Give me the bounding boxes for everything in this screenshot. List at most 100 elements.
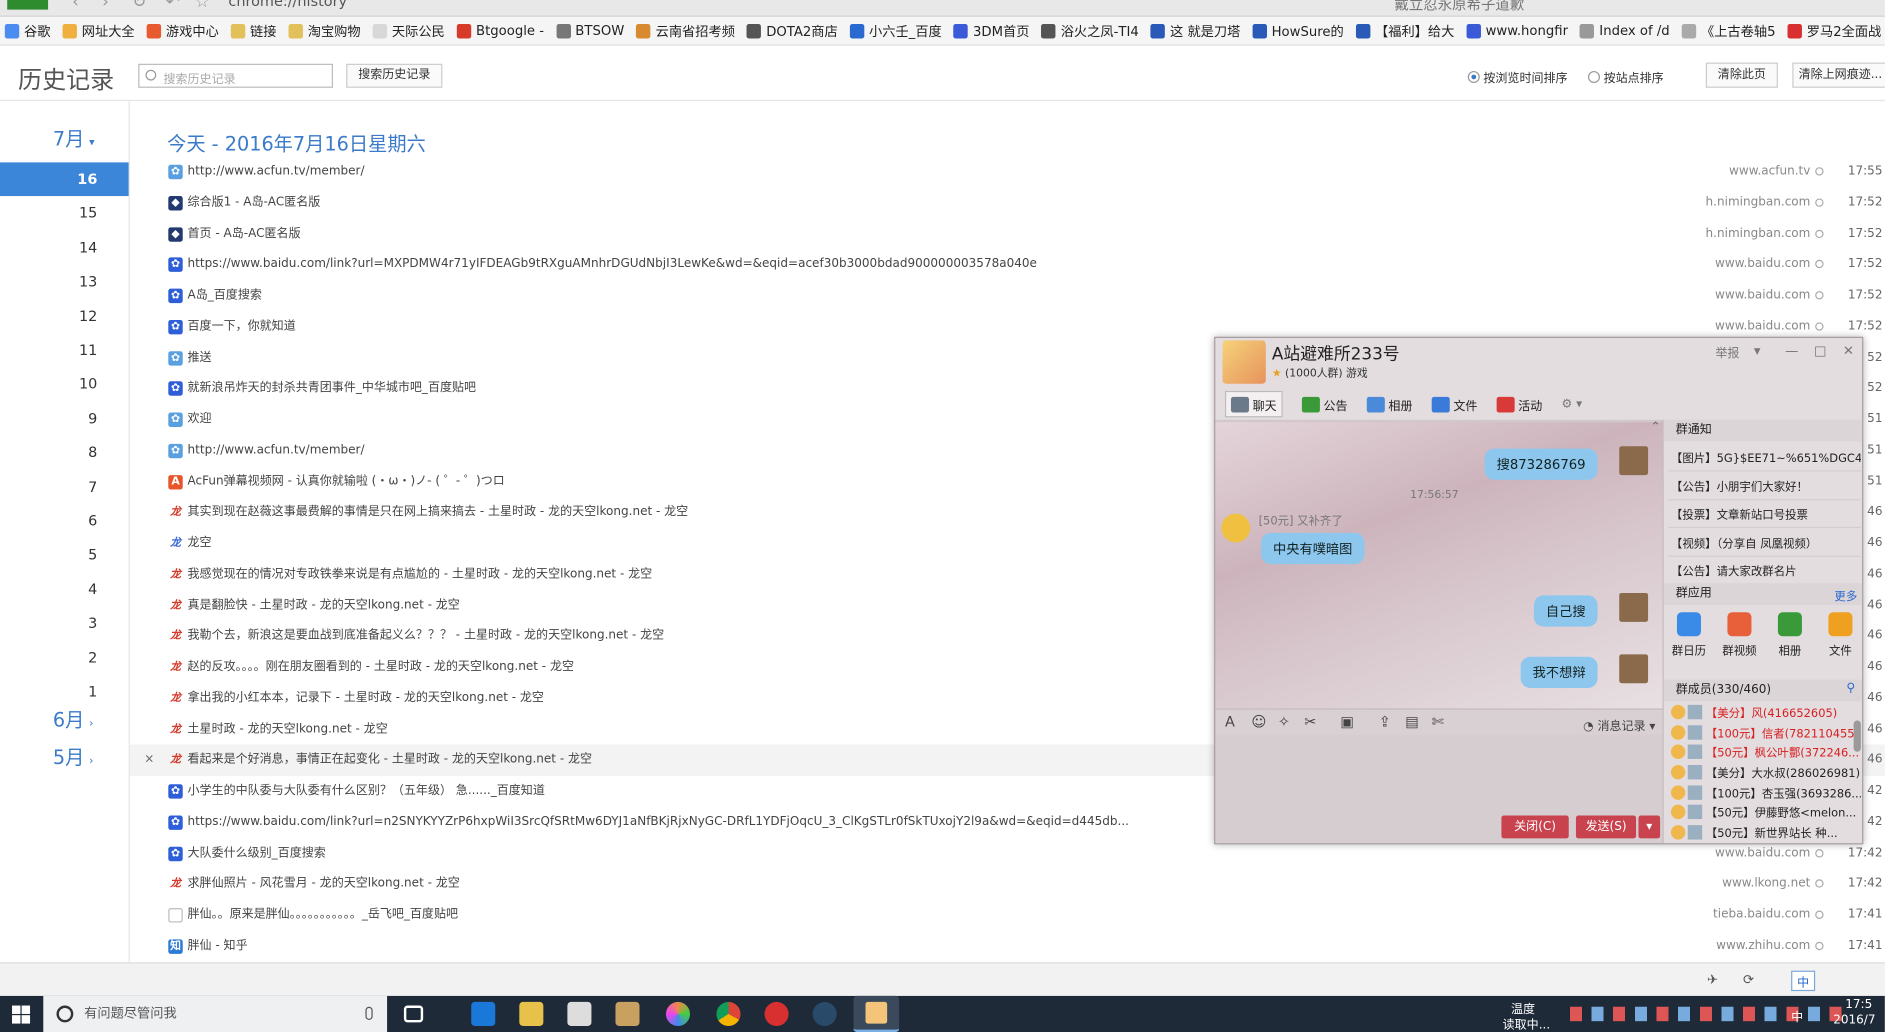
- store-icon[interactable]: [567, 1001, 592, 1026]
- history-title[interactable]: 其实到现在赵薇这事最费解的事情是只在网上搞来搞去 - 土星时政 - 龙的天空lk…: [188, 497, 689, 528]
- history-title[interactable]: 胖仙。。原来是胖仙。。。。。。。。。。。_岳飞吧_百度贴吧: [188, 900, 458, 931]
- search-site-icon[interactable]: [1815, 879, 1824, 888]
- forward-icon[interactable]: ›: [102, 0, 109, 12]
- notice-item[interactable]: 【公告】请大家改群名片: [1668, 557, 1861, 585]
- history-row[interactable]: ◆ 综合版1 - A岛-AC匿名版 h.nimingban.com 17:52: [130, 187, 1885, 218]
- font-icon[interactable]: A: [1225, 713, 1235, 730]
- ime-tray[interactable]: 中: [1791, 1007, 1803, 1025]
- close-chat-button[interactable]: 关闭(C): [1501, 815, 1569, 839]
- sort-by-time-radio[interactable]: 按浏览时间排序: [1467, 67, 1568, 85]
- address-bar[interactable]: chrome://history: [228, 0, 1370, 10]
- member-scrollbar[interactable]: [1853, 720, 1861, 752]
- sender-avatar[interactable]: [1221, 513, 1251, 543]
- history-title[interactable]: 拿出我的小红本本，记录下 - 土星时政 - 龙的天空lkong.net - 龙空: [188, 683, 544, 714]
- month-may[interactable]: 5月 ›: [0, 741, 129, 775]
- bookmark-item[interactable]: 网址大全: [62, 21, 135, 40]
- history-title[interactable]: 看起来是个好消息，事情正在起变化 - 土星时政 - 龙的天空lkong.net …: [188, 745, 593, 776]
- sidebar-day-9[interactable]: 9: [0, 401, 129, 435]
- tab-title[interactable]: 戴立忍永原希子道歉: [1394, 0, 1524, 14]
- sidebar-day-15[interactable]: 15: [0, 197, 129, 231]
- collapse-icon[interactable]: ⌃: [1650, 421, 1660, 434]
- qq-tab-5[interactable]: 活动: [1496, 391, 1542, 417]
- bookmark-item[interactable]: 游戏中心: [146, 21, 219, 40]
- steam-icon[interactable]: [812, 1001, 837, 1026]
- sidebar-day-4[interactable]: 4: [0, 572, 129, 606]
- search-site-icon[interactable]: [1815, 198, 1824, 207]
- history-row[interactable]: ✿ https://www.baidu.com/link?url=MXPDMW4r…: [130, 249, 1885, 280]
- notice-item[interactable]: 【投票】文章新站口号投票: [1668, 500, 1861, 529]
- reload-icon[interactable]: ↻: [132, 0, 146, 12]
- tray-icons[interactable]: [1569, 1006, 1847, 1022]
- send-button[interactable]: 发送(S): [1575, 815, 1637, 839]
- member-item[interactable]: 【100元】杏玉强(3693286...: [1670, 782, 1861, 802]
- bookmark-item[interactable]: www.hongfir: [1466, 23, 1568, 38]
- sidebar-day-5[interactable]: 5: [0, 538, 129, 572]
- gift-icon[interactable]: ▤: [1405, 713, 1419, 730]
- color-app-icon[interactable]: [665, 1001, 691, 1026]
- history-domain[interactable]: www.lkong.net: [1722, 869, 1810, 900]
- member-item[interactable]: 【美分】风(416652605): [1670, 702, 1861, 722]
- bookmark-item[interactable]: 浴火之凤-TI4: [1041, 21, 1139, 40]
- history-title[interactable]: 综合版1 - A岛-AC匿名版: [188, 187, 321, 218]
- sidebar-day-12[interactable]: 12: [0, 299, 129, 333]
- sidebar-day-11[interactable]: 11: [0, 333, 129, 367]
- history-title[interactable]: 龙空: [188, 528, 212, 559]
- message-history-button[interactable]: ◔ 消息记录 ▾: [1583, 716, 1655, 733]
- search-site-icon[interactable]: [1815, 910, 1824, 919]
- cut-icon[interactable]: ✄: [1432, 713, 1444, 730]
- search-history-button[interactable]: 搜索历史记录: [346, 63, 443, 88]
- bookmark-item[interactable]: 3DM首页: [953, 21, 1029, 40]
- screenshot-icon[interactable]: ✂: [1304, 713, 1316, 730]
- taskbar-search[interactable]: 有问题尽管问我: [43, 995, 388, 1032]
- clear-traces-button[interactable]: 清除上网痕迹...: [1792, 62, 1885, 88]
- history-title[interactable]: 赵的反攻。。。。刚在朋友圈看到的 - 土星时政 - 龙的天空lkong.net …: [188, 652, 574, 683]
- history-domain[interactable]: h.nimingban.com: [1706, 187, 1811, 218]
- notice-item[interactable]: 【图片】5G}$EE71~%651%DGC4%V...: [1668, 444, 1861, 472]
- minimize-icon[interactable]: —: [1785, 343, 1798, 359]
- back-icon[interactable]: ‹: [72, 0, 79, 12]
- history-title[interactable]: 真是翻脸快 - 土星时政 - 龙的天空lkong.net - 龙空: [188, 590, 460, 621]
- notice-item[interactable]: 【视频】（分享自 凤凰视频）: [1668, 529, 1861, 557]
- history-title[interactable]: 胖仙 - 知乎: [188, 931, 248, 962]
- history-title[interactable]: 小学生的中队委与大队委有什么区别？（五年级） 急......_百度知道: [188, 776, 545, 807]
- apps-more-link[interactable]: 更多: [1834, 587, 1857, 604]
- bookmark-item[interactable]: 云南省招考频: [636, 21, 735, 40]
- bookmark-item[interactable]: 这 就是刀塔: [1150, 21, 1240, 40]
- history-title[interactable]: 我勒个去，新浪这是要血战到底准备起义么？？？ - 土星时政 - 龙的天空lkon…: [188, 621, 665, 652]
- history-row[interactable]: 龙求胖仙照片 - 风花雪月 - 龙的天空lkong.net - 龙空 www.lk…: [130, 869, 1885, 900]
- history-row[interactable]: 知胖仙 - 知乎 www.zhihu.com 17:41: [130, 931, 1885, 962]
- history-domain[interactable]: www.baidu.com: [1715, 249, 1810, 280]
- maximize-icon[interactable]: □: [1814, 343, 1827, 359]
- close-icon[interactable]: ✕: [1843, 343, 1854, 359]
- file-explorer-icon[interactable]: [519, 1001, 544, 1026]
- sender-avatar[interactable]: [1619, 592, 1649, 622]
- bookmark-item[interactable]: 罗马2全面战: [1787, 21, 1881, 40]
- sender-avatar[interactable]: [1619, 654, 1649, 684]
- sidebar-day-10[interactable]: 10: [0, 367, 129, 401]
- bookmark-item[interactable]: 天际公民: [372, 21, 445, 40]
- undo-icon[interactable]: ↶: [166, 0, 180, 12]
- qq-tab-2[interactable]: 公告: [1301, 391, 1348, 417]
- microphone-icon[interactable]: [365, 1006, 373, 1020]
- emoji-icon[interactable]: ☺: [1251, 713, 1266, 730]
- image-icon[interactable]: ▣: [1340, 713, 1354, 730]
- member-item[interactable]: 【50元】伊藤野悠<melon...: [1670, 802, 1861, 822]
- task-view-icon[interactable]: [403, 1005, 424, 1023]
- sidebar-day-2[interactable]: 2: [0, 641, 129, 675]
- bookmark-item[interactable]: BTSOW: [556, 23, 624, 38]
- sort-by-site-radio[interactable]: 按站点排序: [1587, 67, 1664, 85]
- month-june[interactable]: 6月 ›: [0, 704, 129, 738]
- history-title[interactable]: 求胖仙照片 - 风花雪月 - 龙的天空lkong.net - 龙空: [188, 869, 460, 900]
- history-domain[interactable]: tieba.baidu.com: [1713, 900, 1810, 931]
- member-item[interactable]: 【美分】大水叔(286026981): [1670, 762, 1861, 782]
- sidebar-day-6[interactable]: 6: [0, 504, 129, 538]
- search-site-icon[interactable]: [1815, 291, 1824, 300]
- history-title[interactable]: AcFun弹幕视频网 - 认真你就输啦 (・ω・)ノ- ( ゜- ゜)つロ: [188, 466, 505, 497]
- group-app-4[interactable]: 文件: [1820, 612, 1861, 658]
- sidebar-day-13[interactable]: 13: [0, 265, 129, 299]
- bookmark-item[interactable]: DOTA2商店: [746, 21, 838, 40]
- month-july[interactable]: 7月 ▾: [0, 123, 129, 157]
- report-button[interactable]: 举报: [1715, 343, 1739, 361]
- upload-icon[interactable]: ⇪: [1379, 713, 1391, 730]
- qq-tab-3[interactable]: 相册: [1366, 391, 1412, 417]
